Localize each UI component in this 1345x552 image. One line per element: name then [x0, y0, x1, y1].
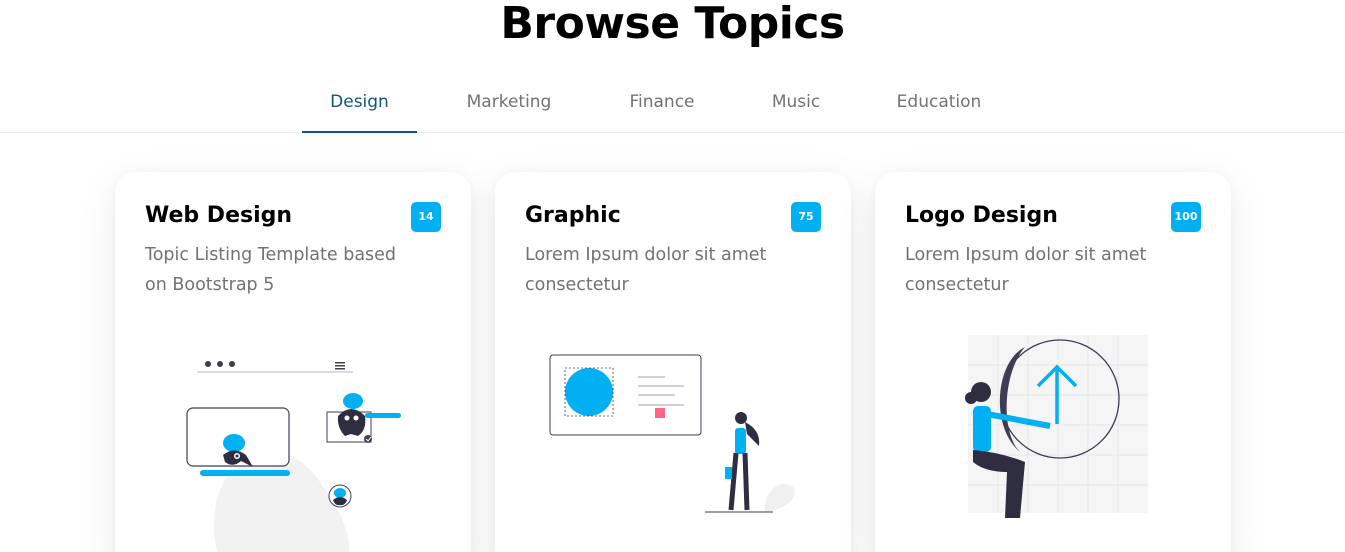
- graphic-illustration: [549, 354, 795, 513]
- card-description: Topic Listing Template based on Bootstra…: [145, 245, 397, 295]
- card-title: Logo Design: [905, 203, 1058, 228]
- tab-finance[interactable]: Finance: [607, 72, 717, 131]
- topic-card-graphic[interactable]: Graphic 75 Lorem Ipsum dolor sit amet co…: [495, 172, 851, 552]
- card-count-badge: 75: [791, 202, 821, 232]
- logo-design-illustration: [965, 335, 1148, 518]
- topic-card-web-design[interactable]: Web Design 14 Topic Listing Template bas…: [115, 172, 471, 552]
- web-design-illustration: [186, 361, 401, 552]
- browse-topics-section: Browse Topics Design Marketing Finance M…: [0, 0, 1345, 552]
- tab-marketing[interactable]: Marketing: [443, 72, 575, 131]
- tab-design[interactable]: Design: [302, 72, 417, 133]
- topic-tabs: Design Marketing Finance Music Education: [0, 72, 1345, 133]
- card-count-badge: 14: [411, 202, 441, 232]
- card-title: Graphic: [525, 203, 621, 228]
- tab-music[interactable]: Music: [751, 72, 841, 131]
- card-count-badge: 100: [1171, 202, 1201, 232]
- card-description: Lorem Ipsum dolor sit amet consectetur: [525, 245, 767, 295]
- card-description: Lorem Ipsum dolor sit amet consectetur: [905, 245, 1147, 295]
- card-title: Web Design: [145, 203, 293, 228]
- section-heading: Browse Topics: [500, 0, 845, 49]
- topic-card-logo-design[interactable]: Logo Design 100 Lorem Ipsum dolor sit am…: [875, 172, 1231, 552]
- tab-education[interactable]: Education: [873, 72, 1005, 131]
